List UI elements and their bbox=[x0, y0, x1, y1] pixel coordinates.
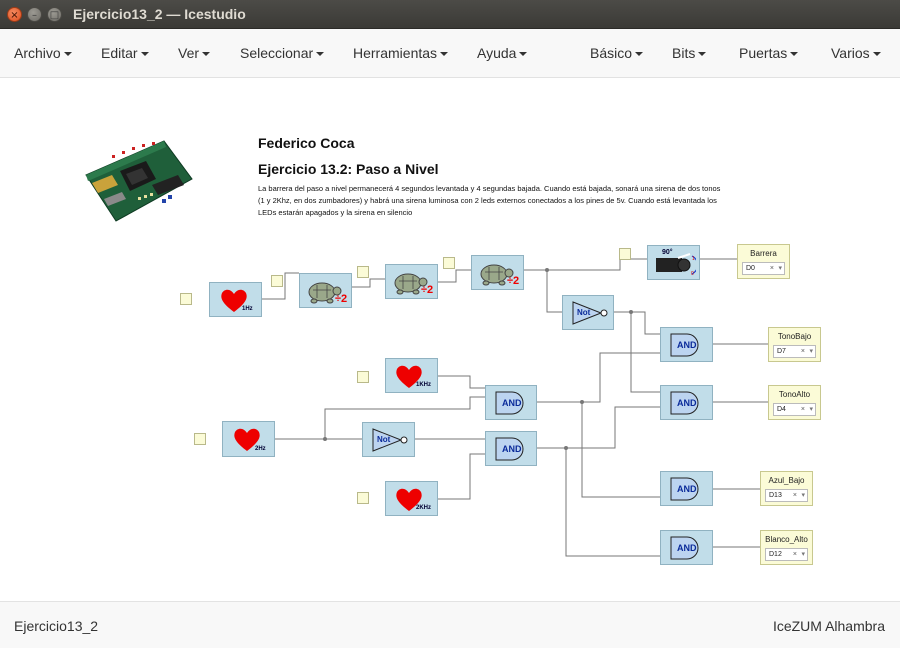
and-gate-block[interactable]: AND bbox=[660, 385, 713, 420]
and-gate-block[interactable]: AND bbox=[485, 385, 537, 420]
design-canvas[interactable]: Federico Coca Ejercicio 13.2: Paso a Niv… bbox=[0, 79, 900, 601]
menu-editar[interactable]: Editar bbox=[101, 45, 149, 61]
output-tonobajo[interactable]: TonoBajo D7 × ▾ bbox=[768, 327, 821, 362]
divider-block[interactable]: ÷2 bbox=[385, 264, 438, 299]
pin-select[interactable]: D13 × ▾ bbox=[765, 489, 808, 502]
input-constant[interactable] bbox=[194, 433, 206, 445]
output-barrera[interactable]: Barrera D0 × ▾ bbox=[737, 244, 790, 279]
not-gate-block[interactable]: Not bbox=[562, 295, 614, 330]
and-gate-block[interactable]: AND bbox=[485, 431, 537, 466]
divider-label: ÷2 bbox=[421, 284, 434, 296]
not-gate-label: Not bbox=[377, 435, 391, 444]
close-window-button[interactable]: × bbox=[7, 7, 22, 22]
not-gate-label: Not bbox=[577, 308, 591, 317]
input-constant[interactable] bbox=[357, 371, 369, 383]
and-gate-block[interactable]: AND bbox=[660, 327, 713, 362]
minimize-window-button[interactable]: – bbox=[27, 7, 42, 22]
output-blanco-alto[interactable]: Blanco_Alto D12 × ▾ bbox=[760, 530, 813, 565]
heart-freq-label: 2KHz bbox=[416, 505, 432, 511]
svg-text:1: 1 bbox=[692, 256, 695, 262]
menu-ayuda[interactable]: Ayuda bbox=[477, 45, 527, 61]
menu-archivo[interactable]: Archivo bbox=[14, 45, 72, 61]
heart-freq-label: 1Hz bbox=[242, 306, 253, 312]
input-constant[interactable] bbox=[357, 266, 369, 278]
output-tonoalto[interactable]: TonoAlto D4 × ▾ bbox=[768, 385, 821, 420]
window-title: Ejercicio13_2 — Icestudio bbox=[73, 6, 246, 22]
heart-2hz-block[interactable]: 2Hz bbox=[222, 421, 275, 457]
pin-select[interactable]: D7 × ▾ bbox=[773, 345, 816, 358]
pin-select[interactable]: D4 × ▾ bbox=[773, 403, 816, 416]
input-constant[interactable] bbox=[271, 275, 283, 287]
heart-freq-label: 1KHz bbox=[416, 382, 432, 388]
input-constant[interactable] bbox=[443, 257, 455, 269]
project-name: Ejercicio13_2 bbox=[14, 618, 99, 634]
output-name: Barrera bbox=[750, 249, 777, 258]
output-name: TonoAlto bbox=[778, 390, 811, 399]
output-name: Blanco_Alto bbox=[765, 535, 808, 544]
input-constant[interactable] bbox=[357, 492, 369, 504]
and-gate-label: AND bbox=[677, 340, 697, 350]
menu-puertas[interactable]: Puertas bbox=[739, 45, 798, 61]
menu-bits[interactable]: Bits bbox=[672, 45, 706, 61]
menu-basico[interactable]: Básico bbox=[590, 45, 643, 61]
input-constant[interactable] bbox=[619, 248, 631, 260]
heart-2khz-block[interactable]: 2KHz bbox=[385, 481, 438, 516]
and-gate-label: AND bbox=[677, 398, 697, 408]
maximize-window-button[interactable]: □ bbox=[47, 7, 62, 22]
output-azul-bajo[interactable]: Azul_Bajo D13 × ▾ bbox=[760, 471, 813, 506]
svg-text:0: 0 bbox=[691, 271, 694, 276]
and-gate-label: AND bbox=[677, 543, 697, 553]
pin-select[interactable]: D0 × ▾ bbox=[742, 262, 785, 275]
menu-seleccionar[interactable]: Seleccionar bbox=[240, 45, 324, 61]
menu-varios[interactable]: Varios bbox=[831, 45, 881, 61]
heart-1hz-block[interactable]: 1Hz bbox=[209, 282, 262, 317]
window-titlebar: × – □ Ejercicio13_2 — Icestudio bbox=[0, 0, 900, 29]
menu-herramientas[interactable]: Herramientas bbox=[353, 45, 448, 61]
and-gate-label: AND bbox=[502, 398, 522, 408]
heart-1khz-block[interactable]: 1KHz bbox=[385, 358, 438, 393]
divider-label: ÷2 bbox=[507, 275, 520, 287]
divider-label: ÷2 bbox=[335, 293, 348, 305]
servo-icon: 1 0 bbox=[656, 253, 696, 276]
not-gate-block[interactable]: Not bbox=[362, 422, 415, 457]
pin-select[interactable]: D12 × ▾ bbox=[765, 548, 808, 561]
output-name: TonoBajo bbox=[777, 332, 812, 341]
and-gate-label: AND bbox=[502, 444, 522, 454]
servo-angle-label: 90° bbox=[662, 249, 673, 256]
and-gate-label: AND bbox=[677, 484, 697, 494]
status-bar: Ejercicio13_2 IceZUM Alhambra bbox=[0, 601, 900, 648]
divider-block[interactable]: ÷2 bbox=[471, 255, 524, 290]
board-name[interactable]: IceZUM Alhambra bbox=[773, 618, 885, 634]
and-gate-block[interactable]: AND bbox=[660, 471, 713, 506]
and-gate-block[interactable]: AND bbox=[660, 530, 713, 565]
circuit-wires bbox=[262, 258, 768, 557]
menu-bar: Archivo Editar Ver Seleccionar Herramien… bbox=[0, 29, 900, 78]
divider-block[interactable]: ÷2 bbox=[299, 273, 352, 308]
menu-ver[interactable]: Ver bbox=[178, 45, 210, 61]
heart-freq-label: 2Hz bbox=[255, 446, 266, 452]
servo-block[interactable]: 1 0 90° bbox=[647, 245, 700, 280]
input-constant[interactable] bbox=[180, 293, 192, 305]
output-name: Azul_Bajo bbox=[768, 476, 805, 485]
